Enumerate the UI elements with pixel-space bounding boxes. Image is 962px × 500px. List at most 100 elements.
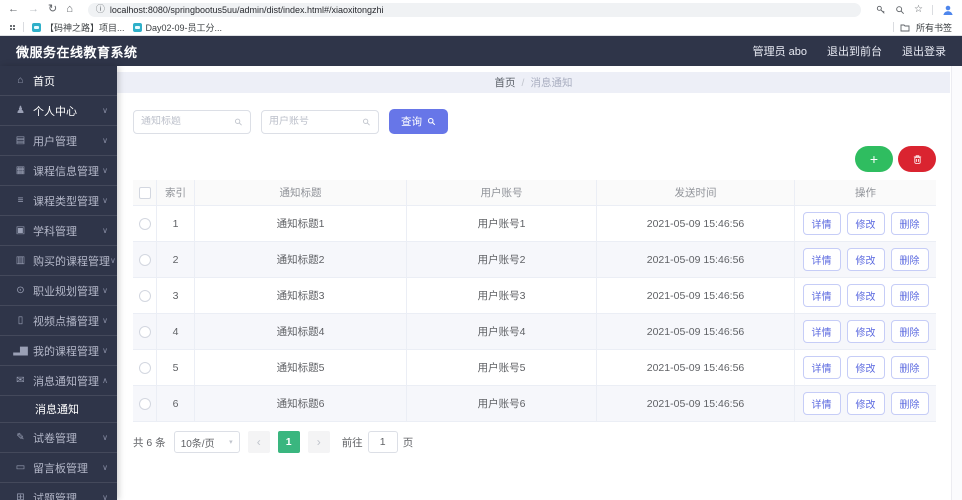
query-button-label: 查询 xyxy=(401,116,422,128)
edit-button[interactable]: 修改 xyxy=(846,320,885,343)
sidebar-item-message-board-management[interactable]: ▭ 留言板管理 ∨ xyxy=(0,453,117,483)
search-icon xyxy=(235,118,243,126)
delete-button[interactable]: 删除 xyxy=(890,356,929,379)
sidebar-item-label: 职业规划管理 xyxy=(33,285,99,298)
row-title: 通知标题2 xyxy=(195,242,407,277)
chevron-down-icon: ∨ xyxy=(102,226,108,235)
user-account-input[interactable] xyxy=(269,116,359,127)
bookmark-label: Day02-09-员工分... xyxy=(145,22,223,33)
sidebar-item-course-info-management[interactable]: ▦ 课程信息管理 ∨ xyxy=(0,156,117,186)
bookmark-item-1[interactable]: 【码神之路】项目... xyxy=(32,21,125,34)
row-title: 通知标题4 xyxy=(195,314,407,349)
row-account: 用户账号6 xyxy=(407,386,597,421)
col-header-time: 发送时间 xyxy=(597,180,795,205)
row-account: 用户账号1 xyxy=(407,206,597,241)
row-account: 用户账号2 xyxy=(407,242,597,277)
bar-chart-icon: ▂▆ xyxy=(13,345,27,356)
envelope-icon: ✉ xyxy=(16,375,24,386)
row-index: 5 xyxy=(157,350,195,385)
detail-button[interactable]: 详情 xyxy=(802,320,841,343)
page-size-select[interactable]: 10条/页 ▾ xyxy=(173,431,240,453)
detail-button[interactable]: 详情 xyxy=(802,392,841,415)
row-time: 2021-05-09 15:46:56 xyxy=(597,242,795,277)
admin-user-label[interactable]: 管理员 abo xyxy=(753,43,807,59)
select-all-checkbox[interactable] xyxy=(138,186,151,199)
row-checkbox[interactable] xyxy=(138,361,151,374)
profile-avatar[interactable] xyxy=(942,4,954,16)
prev-page-button[interactable]: ‹ xyxy=(247,431,270,453)
breadcrumb: 首页 / 消息通知 xyxy=(117,72,950,93)
back-icon[interactable]: ← xyxy=(8,4,19,15)
next-page-button[interactable]: › xyxy=(307,431,330,453)
row-checkbox[interactable] xyxy=(138,289,151,302)
plus-icon: + xyxy=(869,151,879,167)
sidebar-item-exam-paper-management[interactable]: ✎ 试卷管理 ∨ xyxy=(0,423,117,453)
sidebar-item-label: 试题管理 xyxy=(33,492,77,500)
detail-button[interactable]: 详情 xyxy=(802,248,841,271)
delete-button[interactable]: 删除 xyxy=(890,284,929,307)
query-button[interactable]: 查询 xyxy=(389,109,448,134)
row-checkbox[interactable] xyxy=(138,325,151,338)
site-info-icon[interactable]: ⓘ xyxy=(96,5,105,14)
delete-button[interactable]: 删除 xyxy=(890,320,929,343)
bookmark-star-icon[interactable]: ☆ xyxy=(914,4,923,15)
bookmark-favicon xyxy=(32,22,41,32)
bookmark-item-2[interactable]: Day02-09-员工分... xyxy=(132,21,223,34)
sidebar-item-user-management[interactable]: ▤ 用户管理 ∨ xyxy=(0,126,117,156)
sidebar-item-home[interactable]: ⌂ 首页 xyxy=(0,66,117,96)
edit-button[interactable]: 修改 xyxy=(846,284,885,307)
forward-icon[interactable]: → xyxy=(28,4,39,15)
user-account-field[interactable] xyxy=(261,109,379,134)
logout-link[interactable]: 退出登录 xyxy=(902,43,946,59)
scrollbar-track[interactable] xyxy=(951,66,962,500)
sidebar-subitem-message-notify[interactable]: 消息通知 xyxy=(0,396,117,423)
all-bookmarks[interactable]: 所有书签 xyxy=(892,21,952,34)
col-header-account: 用户账号 xyxy=(407,180,597,205)
notify-title-input[interactable] xyxy=(141,116,231,127)
search-icon xyxy=(363,118,371,126)
search-lens-icon[interactable] xyxy=(895,5,905,15)
page-number-1[interactable]: 1 xyxy=(277,431,300,453)
row-account: 用户账号3 xyxy=(407,278,597,313)
row-checkbox[interactable] xyxy=(138,217,151,230)
goto-page-input[interactable] xyxy=(367,431,398,453)
edit-button[interactable]: 修改 xyxy=(846,248,885,271)
row-time: 2021-05-09 15:46:56 xyxy=(597,278,795,313)
sidebar-item-label: 学科管理 xyxy=(33,225,77,238)
detail-button[interactable]: 详情 xyxy=(802,356,841,379)
edit-button[interactable]: 修改 xyxy=(846,356,885,379)
sidebar-item-subject-management[interactable]: ▣ 学科管理 ∨ xyxy=(0,216,117,246)
sidebar-item-message-notify-management[interactable]: ✉ 消息通知管理 ∧ xyxy=(0,366,117,396)
delete-button[interactable]: 删除 xyxy=(890,212,929,235)
sidebar-item-video-vod-management[interactable]: ▯ 视频点播管理 ∨ xyxy=(0,306,117,336)
table-row: 4 通知标题4 用户账号4 2021-05-09 15:46:56 详情 修改 … xyxy=(133,314,936,350)
url-bar[interactable]: ⓘ localhost:8080/springbootus5uu/admin/d… xyxy=(87,2,862,17)
breadcrumb-home-link[interactable]: 首页 xyxy=(495,75,516,90)
all-bookmarks-label: 所有书签 xyxy=(915,22,952,33)
table-row: 2 通知标题2 用户账号2 2021-05-09 15:46:56 详情 修改 … xyxy=(133,242,936,278)
sidebar-item-personal-center[interactable]: ♟ 个人中心 ∨ xyxy=(0,96,117,126)
edit-button[interactable]: 修改 xyxy=(846,392,885,415)
edit-button[interactable]: 修改 xyxy=(846,212,885,235)
apps-grid-icon[interactable] xyxy=(10,24,15,30)
add-button[interactable]: + xyxy=(855,146,893,172)
row-checkbox[interactable] xyxy=(138,253,151,266)
chevron-down-icon: ∨ xyxy=(102,316,108,325)
browser-home-icon[interactable]: ⌂ xyxy=(66,4,73,15)
delete-button[interactable]: 删除 xyxy=(890,392,929,415)
row-title: 通知标题6 xyxy=(195,386,407,421)
batch-delete-button[interactable] xyxy=(898,146,936,172)
notify-title-field[interactable] xyxy=(133,109,251,134)
row-checkbox[interactable] xyxy=(138,397,151,410)
delete-button[interactable]: 删除 xyxy=(890,248,929,271)
password-key-icon[interactable] xyxy=(876,5,886,15)
detail-button[interactable]: 详情 xyxy=(802,284,841,307)
sidebar-item-course-type-management[interactable]: ≡ 课程类型管理 ∨ xyxy=(0,186,117,216)
sidebar-item-my-course-management[interactable]: ▂▆ 我的课程管理 ∨ xyxy=(0,336,117,366)
sidebar-item-question-management[interactable]: ⊞ 试题管理 ∨ xyxy=(0,483,117,500)
sidebar-item-career-plan-management[interactable]: ⊙ 职业规划管理 ∨ xyxy=(0,276,117,306)
sidebar-item-purchased-course-management[interactable]: ▥ 购买的课程管理 ∨ xyxy=(0,246,117,276)
exit-to-front-link[interactable]: 退出到前台 xyxy=(827,43,882,59)
detail-button[interactable]: 详情 xyxy=(802,212,841,235)
reload-icon[interactable]: ↻ xyxy=(48,4,57,15)
